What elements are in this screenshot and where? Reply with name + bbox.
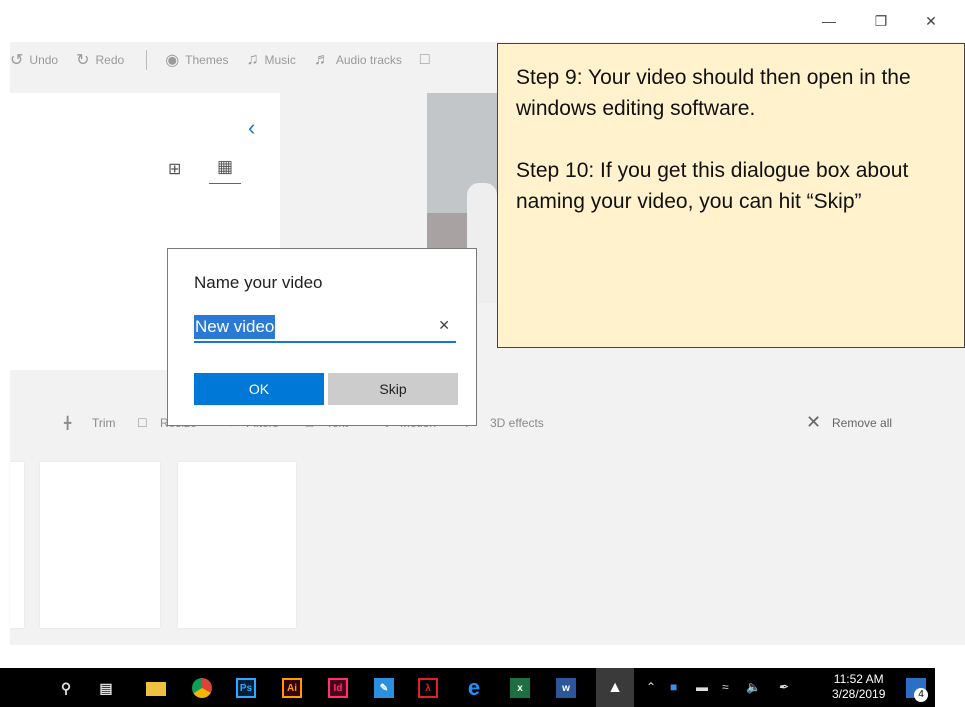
taskbar: ⚲ ▤ Ps Ai Id ✎ λ e x w ▲ ⌃ ■ ▬ ≈ 🔈 ✒ 11:… (0, 668, 935, 707)
chrome-icon[interactable] (192, 678, 212, 698)
collapse-chevron-icon[interactable]: ‹ (248, 115, 255, 141)
microphone-icon[interactable]: ⚲ (56, 678, 76, 698)
name-video-dialog: Name your video New video ✕ OK Skip (167, 248, 477, 426)
remove-all-label[interactable]: Remove all (832, 416, 892, 430)
trim-label[interactable]: Trim (92, 416, 116, 430)
chevron-up-icon[interactable]: ⌃ (646, 680, 656, 694)
minimize-icon[interactable]: — (806, 0, 852, 42)
storyboard-clip[interactable] (178, 462, 296, 628)
resize-icon: □ (138, 414, 147, 430)
palette-icon: ◉ (165, 52, 180, 69)
skip-button[interactable]: Skip (328, 373, 458, 405)
redo-button[interactable]: ↻ Redo (76, 50, 124, 70)
clock[interactable]: 11:52 AM 3/28/2019 (832, 672, 885, 702)
notes-icon[interactable]: ✎ (374, 678, 394, 698)
frame-icon: □ (419, 51, 430, 68)
clear-icon[interactable]: ✕ (438, 317, 450, 334)
redo-icon: ↻ (76, 52, 90, 69)
audio-tracks-icon: ♬ (313, 51, 330, 68)
clock-time: 11:52 AM (833, 672, 884, 686)
close-icon[interactable]: ✕ (908, 0, 954, 42)
title-bar: — ❐ ✕ (10, 0, 965, 42)
edge-icon[interactable]: e (464, 675, 484, 700)
undo-icon: ↺ (10, 52, 24, 69)
acrobat-icon[interactable]: λ (418, 678, 438, 698)
volume-icon[interactable]: 🔈 (746, 680, 761, 694)
step-9-text: Step 9: Your video should then open in t… (516, 66, 911, 120)
grid-large-icon[interactable]: ▦ (209, 157, 241, 184)
task-view-icon[interactable]: ▤ (96, 678, 116, 698)
ok-button[interactable]: OK (194, 373, 324, 405)
trim-icon: ╋ (64, 416, 72, 430)
music-button[interactable]: ♫ Music (247, 51, 296, 69)
restore-icon[interactable]: ❐ (858, 0, 904, 42)
word-icon[interactable]: w (556, 678, 576, 698)
music-label: Music (264, 53, 296, 67)
notification-badge: 4 (914, 688, 928, 702)
themes-label: Themes (185, 53, 229, 67)
wifi-icon[interactable]: ≈ (722, 680, 729, 694)
toolbar-divider (146, 50, 148, 70)
themes-button[interactable]: ◉ Themes (165, 50, 228, 70)
photos-app-icon[interactable]: ▲ (596, 668, 634, 707)
file-explorer-icon[interactable] (146, 682, 166, 696)
excel-icon[interactable]: x (510, 678, 530, 698)
dialog-title: Name your video (194, 273, 323, 292)
photoshop-icon[interactable]: Ps (236, 678, 256, 698)
music-icon: ♫ (246, 51, 259, 68)
undo-button[interactable]: ↺ Undo (10, 50, 58, 70)
grid-small-icon[interactable]: ⊞ (168, 159, 181, 179)
step-10-text: Step 10: If you get this dialogue box ab… (516, 159, 909, 213)
battery-icon[interactable]: ▬ (696, 680, 708, 694)
indesign-icon[interactable]: Id (328, 678, 348, 698)
illustrator-icon[interactable]: Ai (282, 678, 302, 698)
instruction-callout: Step 9: Your video should then open in t… (497, 43, 965, 348)
storyboard-clip[interactable] (10, 462, 24, 628)
placeholder-icon-button[interactable]: □ (420, 51, 430, 69)
remove-all-icon: ✕ (806, 412, 822, 432)
audio-tracks-label: Audio tracks (335, 53, 402, 67)
pen-icon[interactable]: ✒ (778, 680, 788, 694)
clock-date: 3/28/2019 (832, 687, 886, 701)
tray-app-icon[interactable]: ■ (670, 680, 677, 694)
effects-3d-label[interactable]: 3D effects (490, 416, 544, 430)
video-name-input[interactable]: New video ✕ (194, 315, 456, 343)
undo-label: Undo (29, 53, 59, 67)
audio-tracks-button[interactable]: ♬ Audio tracks (314, 51, 402, 69)
redo-label: Redo (95, 53, 125, 67)
video-name-value[interactable]: New video (194, 315, 276, 339)
storyboard-clip[interactable] (40, 462, 160, 628)
